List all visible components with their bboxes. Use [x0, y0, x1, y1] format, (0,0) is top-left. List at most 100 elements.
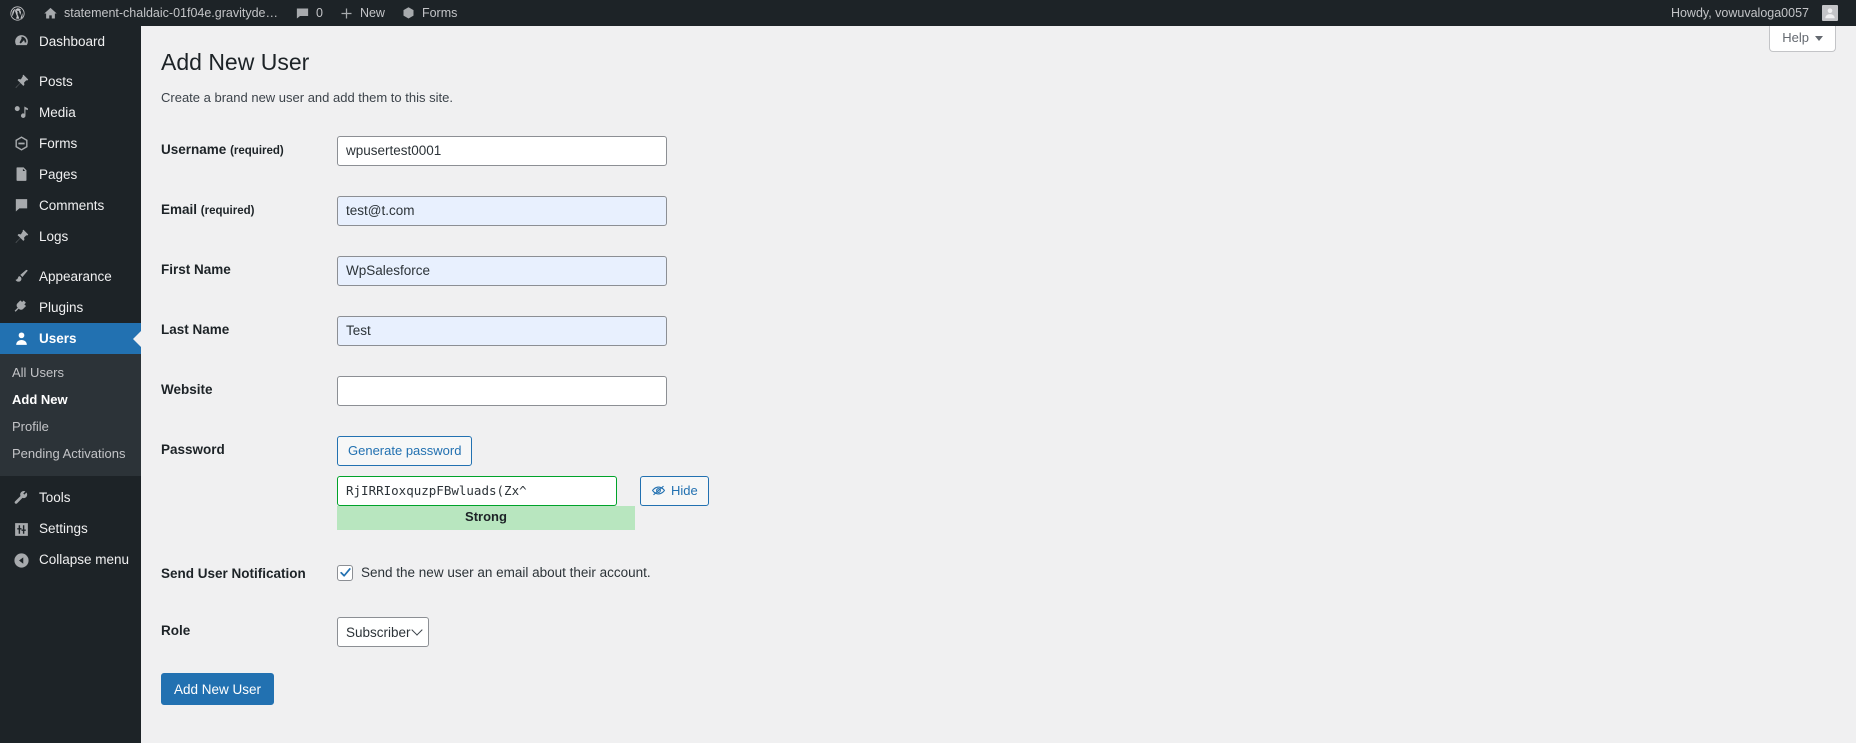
email-input[interactable] — [337, 195, 667, 226]
role-select[interactable]: Subscriber — [337, 617, 429, 648]
sidebar-item-label: Pages — [39, 166, 78, 182]
site-name-label: statement-chaldaic-01f04e.gravitydemo.co… — [64, 6, 279, 20]
pages-icon — [11, 165, 31, 185]
sidebar-item-settings[interactable]: Settings — [0, 514, 141, 545]
main-content: Help Add New User Create a brand new use… — [141, 26, 1856, 743]
pin-icon — [11, 227, 31, 247]
plug-icon — [11, 298, 31, 318]
forms-menu-label: Forms — [421, 6, 458, 20]
sidebar-item-label: Posts — [39, 73, 73, 89]
sidebar-item-label: Users — [39, 330, 77, 346]
sidebar-item-pages[interactable]: Pages — [0, 159, 141, 190]
password-label-text: Password — [161, 441, 225, 457]
sidebar-item-media[interactable]: Media — [0, 97, 141, 128]
eye-slash-icon — [651, 483, 666, 498]
hide-password-label: Hide — [671, 483, 698, 499]
help-tab-label: Help — [1782, 30, 1809, 45]
send-notification-row: Send the new user an email about their a… — [337, 560, 1846, 581]
add-new-user-button[interactable]: Add New User — [161, 673, 275, 706]
sidebar-item-label: Collapse menu — [39, 552, 130, 568]
wrench-icon — [11, 488, 31, 508]
sidebar-item-plugins[interactable]: Plugins — [0, 292, 141, 323]
page-description: Create a brand new user and add them to … — [161, 89, 453, 105]
send-notification-checkbox[interactable] — [337, 564, 353, 581]
sidebar-item-users[interactable]: Users — [0, 323, 141, 354]
admin-sidebar: Dashboard Posts Media Forms Pages Commen… — [0, 26, 141, 743]
username-required-marker: (required) — [230, 144, 284, 157]
user-form-table: Username (required) Email (required) — [161, 121, 1856, 663]
sidebar-subitem-all-users[interactable]: All Users — [0, 360, 141, 387]
collapse-arrow-icon — [11, 550, 31, 570]
sidebar-item-comments[interactable]: Comments — [0, 190, 141, 221]
password-input[interactable] — [337, 475, 617, 506]
sidebar-item-tools[interactable]: Tools — [0, 483, 141, 514]
sidebar-subitem-profile[interactable]: Profile — [0, 414, 141, 441]
paintbrush-icon — [11, 267, 31, 287]
sidebar-item-posts[interactable]: Posts — [0, 66, 141, 97]
username-input[interactable] — [337, 135, 667, 166]
new-content-menu[interactable]: New — [331, 0, 393, 26]
caret-down-icon — [1815, 36, 1823, 41]
form-row-send-notification: Send User Notification Send the new user… — [161, 545, 1856, 603]
sidebar-item-label: Settings — [39, 521, 88, 537]
site-name-menu[interactable]: statement-chaldaic-01f04e.gravitydemo.co… — [35, 0, 287, 26]
new-content-label: New — [359, 6, 385, 20]
comments-count: 0 — [316, 6, 323, 20]
collapse-menu-button[interactable]: Collapse menu — [0, 545, 141, 576]
sidebar-item-label: Tools — [39, 490, 71, 506]
first-name-label-text: First Name — [161, 261, 231, 277]
send-notification-checkbox-label: Send the new user an email about their a… — [361, 565, 651, 581]
chevron-down-icon — [411, 624, 423, 637]
send-notification-label-text: Send User Notification — [161, 565, 306, 581]
email-required-marker: (required) — [200, 204, 255, 217]
first-name-input[interactable] — [337, 255, 667, 286]
password-field-row: Strong Hide — [337, 475, 1846, 530]
generate-password-button[interactable]: Generate password — [337, 435, 473, 466]
last-name-input[interactable] — [337, 315, 667, 346]
add-new-user-form: Username (required) Email (required) — [161, 121, 1856, 706]
form-row-last-name: Last Name — [161, 301, 1856, 361]
sidebar-subitem-add-new[interactable]: Add New — [0, 387, 141, 414]
form-row-role: Role Subscriber — [161, 602, 1856, 662]
admin-bar-right: Howdy, vowuvaloga0057 — [1663, 0, 1856, 26]
sidebar-item-appearance[interactable]: Appearance — [0, 261, 141, 292]
email-label-text: Email — [161, 201, 198, 217]
submit-row: Add New User — [161, 662, 1856, 706]
password-strength-indicator: Strong — [337, 505, 635, 530]
sidebar-subitem-pending-activations[interactable]: Pending Activations — [0, 441, 141, 468]
email-label: Email (required) — [161, 181, 337, 241]
password-field-wrap: Strong — [337, 475, 635, 530]
home-icon — [43, 6, 58, 21]
forms-menu[interactable]: Forms — [393, 0, 465, 26]
hide-password-button[interactable]: Hide — [640, 475, 709, 506]
my-account-menu[interactable]: Howdy, vowuvaloga0057 — [1663, 0, 1846, 26]
wordpress-logo-menu[interactable] — [0, 0, 35, 26]
help-tab-button[interactable]: Help — [1769, 26, 1836, 52]
wordpress-logo-icon — [9, 5, 26, 22]
admin-bar: statement-chaldaic-01f04e.gravitydemo.co… — [0, 0, 1856, 26]
sidebar-item-dashboard[interactable]: Dashboard — [0, 26, 141, 57]
comment-bubble-icon — [11, 196, 31, 216]
website-label-text: Website — [161, 381, 213, 397]
gravity-forms-icon — [11, 134, 31, 154]
checkmark-icon — [339, 566, 352, 579]
sidebar-item-label: Dashboard — [39, 33, 106, 49]
sidebar-item-forms[interactable]: Forms — [0, 128, 141, 159]
last-name-label-text: Last Name — [161, 321, 230, 337]
comments-menu[interactable]: 0 — [287, 0, 331, 26]
form-row-email: Email (required) — [161, 181, 1856, 241]
sidebar-item-label: Logs — [39, 228, 69, 244]
plus-icon — [339, 6, 354, 21]
user-avatar-icon — [1822, 5, 1838, 21]
website-input[interactable] — [337, 375, 667, 406]
username-label: Username (required) — [161, 121, 337, 181]
form-row-username: Username (required) — [161, 121, 1856, 181]
sidebar-item-logs[interactable]: Logs — [0, 221, 141, 252]
page-title: Add New User — [161, 49, 310, 75]
password-label: Password — [161, 421, 337, 545]
form-row-password: Password Generate password Strong — [161, 421, 1856, 545]
last-name-label: Last Name — [161, 301, 337, 361]
sidebar-item-label: Forms — [39, 135, 78, 151]
send-notification-label: Send User Notification — [161, 545, 337, 603]
menu-separator — [0, 252, 141, 261]
